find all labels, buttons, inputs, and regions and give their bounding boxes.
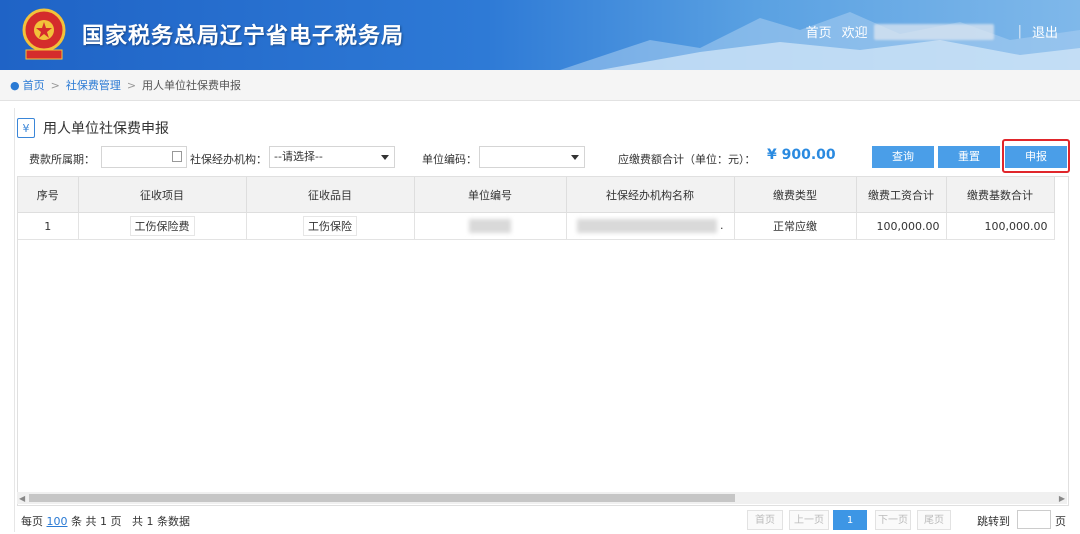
separator: |: [1017, 24, 1022, 39]
per-page-link[interactable]: 100: [47, 515, 68, 528]
site-title: 国家税务总局辽宁省电子税务局: [82, 24, 405, 49]
per-page-prefix: 每页: [21, 515, 43, 528]
breadcrumb-separator: >: [50, 78, 60, 92]
per-page-suffix: 条 共 1 页: [71, 515, 122, 528]
unit-code-select[interactable]: [479, 146, 585, 168]
last-page-button[interactable]: 尾页: [917, 510, 951, 530]
col-header-base-total: 缴费基数合计: [946, 177, 1055, 213]
col-header-index: 序号: [18, 177, 79, 213]
cell-wage-total: 100,000.00: [856, 212, 947, 240]
logout-link[interactable]: 退出: [1032, 22, 1058, 41]
period-label: 费款所属期：: [29, 153, 95, 166]
first-page-button[interactable]: 首页: [747, 510, 783, 530]
agency-label: 社保经办机构：: [190, 153, 267, 166]
masked-unit-no: [469, 219, 511, 233]
unit-code-label: 单位编码：: [422, 153, 477, 166]
main-panel: ¥ 用人单位社保费申报 费款所属期： 社保经办机构： --请选择-- 单位编码：…: [14, 108, 1070, 532]
col-header-sub-item: 征收品目: [246, 177, 415, 213]
page-1-button[interactable]: 1: [833, 510, 867, 530]
col-header-unit-no: 单位编号: [414, 177, 567, 213]
breadcrumb-social-security[interactable]: 社保费管理: [66, 77, 121, 93]
scroll-right-icon[interactable]: ▶: [1059, 494, 1065, 503]
reset-button[interactable]: 重置: [938, 146, 1000, 168]
cell-item-text: 工伤保险费: [129, 216, 195, 236]
calendar-icon[interactable]: [172, 151, 182, 162]
cell-pay-type: 正常应缴: [734, 212, 857, 240]
col-header-item: 征收项目: [78, 177, 247, 213]
cell-unit-no: [414, 212, 567, 240]
jump-unit: 页: [1055, 515, 1066, 528]
cell-item: 工伤保险费: [78, 212, 247, 240]
cell-agency-tail: .: [720, 219, 724, 232]
welcome-text: 欢迎: [841, 26, 868, 41]
breadcrumb: ● 首页 > 社保费管理 > 用人单位社保费申报: [0, 70, 1080, 101]
declaration-table: 序号 征收项目 征收品目 单位编号 社保经办机构名称 缴费类型 缴费工资合计 缴…: [17, 176, 1069, 506]
breadcrumb-home[interactable]: 首页: [23, 77, 45, 93]
breadcrumb-separator: >: [126, 78, 137, 92]
home-link[interactable]: 首页: [806, 22, 832, 41]
cell-index: 1: [18, 212, 79, 240]
data-table: 序号 征收项目 征收品目 单位编号 社保经办机构名称 缴费类型 缴费工资合计 缴…: [18, 177, 1055, 240]
total-records: 共 1 条数据: [132, 515, 190, 528]
pager-info: 每页 100 条 共 1 页 共 1 条数据: [21, 513, 190, 529]
col-header-pay-type: 缴费类型: [734, 177, 857, 213]
table-header-row: 序号 征收项目 征收品目 单位编号 社保经办机构名称 缴费类型 缴费工资合计 缴…: [18, 177, 1055, 213]
location-pin-icon: ●: [10, 78, 20, 92]
chevron-down-icon: [381, 155, 389, 160]
total-amount-label: 应缴费额合计（单位：元）：: [618, 153, 756, 166]
cell-sub-item: 工伤保险: [246, 212, 415, 240]
breadcrumb-current: 用人单位社保费申报: [142, 79, 242, 92]
site-header: 国家税务总局辽宁省电子税务局 首页 欢迎 | 退出: [0, 0, 1080, 70]
page-title: ¥ 用人单位社保费申报: [17, 118, 169, 138]
declare-button-highlight: [1002, 139, 1070, 173]
horizontal-scrollbar[interactable]: ◀ ▶: [17, 492, 1067, 504]
cell-sub-item-text: 工伤保险: [303, 216, 357, 236]
col-header-agency-name: 社保经办机构名称: [566, 177, 735, 213]
prev-page-button[interactable]: 上一页: [789, 510, 829, 530]
col-header-wage-total: 缴费工资合计: [856, 177, 947, 213]
cell-agency-name: .: [566, 212, 735, 240]
username-masked: [873, 23, 994, 40]
agency-select[interactable]: --请选择--: [269, 146, 395, 168]
tax-emblem-icon: [22, 8, 66, 60]
agency-select-value: --请选择--: [274, 150, 323, 163]
scroll-left-icon[interactable]: ◀: [19, 494, 25, 503]
top-links: 首页 欢迎 | 退出: [806, 22, 1058, 41]
next-page-button[interactable]: 下一页: [875, 510, 911, 530]
scrollbar-thumb[interactable]: [29, 494, 735, 502]
table-row[interactable]: 1 工伤保险费 工伤保险 . 正常应缴 100,000.00 100,000.0…: [18, 212, 1055, 240]
period-input[interactable]: [101, 146, 187, 168]
page-title-text: 用人单位社保费申报: [43, 121, 169, 137]
total-amount-value: ¥ 900.00: [767, 147, 836, 163]
jump-page-input[interactable]: [1017, 510, 1051, 529]
chevron-down-icon: [571, 155, 579, 160]
masked-agency-name: [576, 219, 717, 233]
query-button[interactable]: 查询: [872, 146, 934, 168]
cell-base-total: 100,000.00: [946, 212, 1055, 240]
yuan-document-icon: ¥: [17, 118, 35, 138]
jump-label: 跳转到: [977, 515, 1010, 528]
pagination: 每页 100 条 共 1 页 共 1 条数据 首页 上一页 1 下一页 尾页 跳…: [15, 508, 1069, 532]
filter-bar: 费款所属期： 社保经办机构： --请选择-- 单位编码： 应缴费额合计（单位：元…: [15, 139, 1070, 173]
